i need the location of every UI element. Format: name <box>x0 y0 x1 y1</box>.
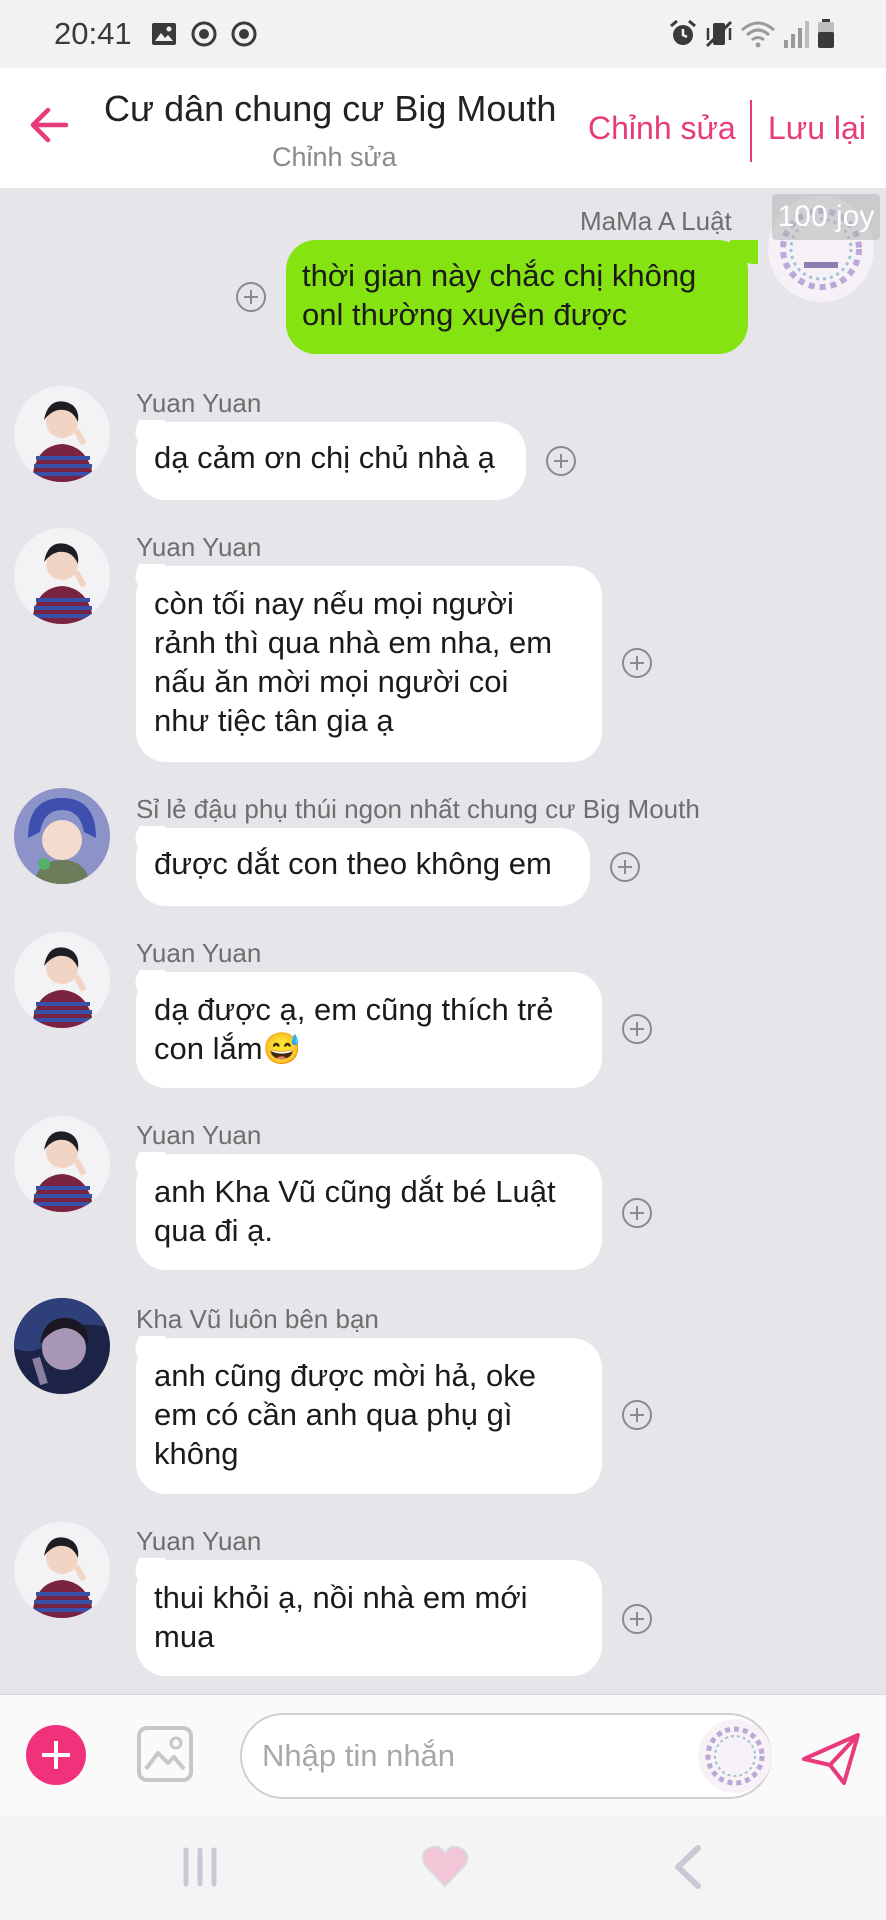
avatar-kha-vu[interactable] <box>14 1298 110 1394</box>
message-line: con lắm😅 <box>154 1031 302 1066</box>
message-line: anh Kha Vũ cũng dắt bé Luật <box>154 1174 556 1209</box>
recent-apps-icon[interactable] <box>180 1846 220 1888</box>
sender-name: Yuan Yuan <box>136 938 262 968</box>
chat-header: Cư dân chung cư Big Mouth Chỉnh sửa Chỉn… <box>0 68 886 188</box>
message-line: không <box>154 1436 239 1471</box>
save-button[interactable]: Lưu lại <box>768 110 866 147</box>
my-sender-name: MaMa A Luật <box>580 206 732 236</box>
message-bubble[interactable]: còn tối nay nếu mọi người rảnh thì qua n… <box>136 566 602 762</box>
edit-button[interactable]: Chỉnh sửa <box>588 110 736 147</box>
sender-name: Yuan Yuan <box>136 1120 262 1150</box>
avatar-yuan-yuan[interactable] <box>14 932 110 1028</box>
message-line: mua <box>154 1619 215 1654</box>
avatar-yuan-yuan[interactable] <box>14 1522 110 1618</box>
avatar-yuan-yuan[interactable] <box>14 1116 110 1212</box>
whatsapp-icon <box>231 21 257 47</box>
message-line: thui khỏi ạ, nồi nhà em mới <box>154 1580 528 1615</box>
sender-name: Kha Vũ luôn bên bạn <box>136 1304 379 1334</box>
chat-title: Cư dân chung cư Big Mouth <box>104 88 557 129</box>
add-reaction-button[interactable] <box>546 446 576 476</box>
whatsapp-icon <box>191 21 217 47</box>
image-icon <box>152 23 176 45</box>
battery-icon <box>818 19 834 48</box>
message-line: thời gian này chắc chị không <box>302 258 697 293</box>
image-icon[interactable] <box>136 1725 194 1783</box>
message-line: được dắt con theo không em <box>154 846 552 881</box>
message-line: onl thường xuyên được <box>302 297 628 332</box>
chat-subtitle: Chỉnh sửa <box>272 142 397 172</box>
add-reaction-button[interactable] <box>622 1198 652 1228</box>
message-line: dạ cảm ơn chị chủ nhà ạ <box>154 440 495 475</box>
alarm-icon <box>670 19 696 45</box>
message-bubble[interactable]: thui khỏi ạ, nồi nhà em mới mua <box>136 1560 602 1676</box>
message-bubble[interactable]: anh Kha Vũ cũng dắt bé Luật qua đi ạ. <box>136 1154 602 1270</box>
message-composer <box>0 1694 886 1816</box>
joy-badge: 100 joy <box>772 194 880 240</box>
signal-icon <box>784 21 809 48</box>
sticker-button[interactable] <box>698 1719 772 1793</box>
message-line: em có cần anh qua phụ gì <box>154 1397 513 1432</box>
message-line: như tiệc tân gia ạ <box>154 703 394 738</box>
message-bubble[interactable]: dạ cảm ơn chị chủ nhà ạ <box>136 422 526 500</box>
message-line: anh cũng được mời hả, oke <box>154 1358 536 1393</box>
add-reaction-button[interactable] <box>610 852 640 882</box>
avatar-tofu-seller[interactable] <box>14 788 110 884</box>
add-reaction-button[interactable] <box>622 1014 652 1044</box>
home-heart-icon[interactable] <box>420 1844 470 1890</box>
status-bar: 20:41 <box>0 0 886 68</box>
message-input[interactable] <box>262 1733 682 1779</box>
message-line: qua đi ạ. <box>154 1213 273 1248</box>
sender-name: Sỉ lẻ đậu phụ thúi ngon nhất chung cư Bi… <box>136 794 700 824</box>
sender-name: Yuan Yuan <box>136 1526 262 1556</box>
add-attachment-button[interactable] <box>26 1725 86 1785</box>
message-bubble[interactable]: anh cũng được mời hả, oke em có cần anh … <box>136 1338 602 1494</box>
add-reaction-button[interactable] <box>622 1604 652 1634</box>
message-input-wrapper <box>240 1713 772 1799</box>
back-arrow-icon[interactable] <box>28 104 70 146</box>
message-line: nấu ăn mời mọi người coi <box>154 664 509 699</box>
add-reaction-button[interactable] <box>622 1400 652 1430</box>
message-line: còn tối nay nếu mọi người <box>154 586 514 621</box>
message-bubble[interactable]: dạ được ạ, em cũng thích trẻ con lắm😅 <box>136 972 602 1088</box>
status-time: 20:41 <box>54 16 132 51</box>
add-reaction-button[interactable] <box>622 648 652 678</box>
sender-name: Yuan Yuan <box>136 532 262 562</box>
system-navbar <box>0 1816 886 1920</box>
back-icon[interactable] <box>672 1844 702 1890</box>
header-divider <box>750 100 752 162</box>
my-message-bubble[interactable]: thời gian này chắc chị không onl thường … <box>286 240 758 354</box>
send-icon[interactable] <box>800 1731 862 1787</box>
sender-name: Yuan Yuan <box>136 388 262 418</box>
avatar-yuan-yuan[interactable] <box>14 386 110 482</box>
wifi-icon <box>741 21 775 48</box>
vibrate-icon <box>705 20 733 48</box>
message-line: dạ được ạ, em cũng thích trẻ <box>154 992 554 1027</box>
avatar-yuan-yuan[interactable] <box>14 528 110 624</box>
message-line: rảnh thì qua nhà em nha, em <box>154 625 553 660</box>
message-bubble[interactable]: được dắt con theo không em <box>136 828 590 906</box>
add-reaction-button[interactable] <box>236 282 266 312</box>
